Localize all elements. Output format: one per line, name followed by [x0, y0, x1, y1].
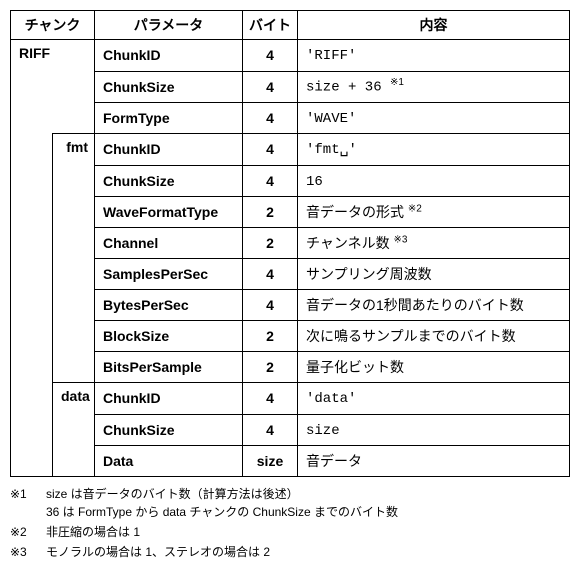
cell-byte: 4 — [243, 258, 298, 289]
cell-param: BytesPerSec — [95, 289, 243, 320]
cell-byte: 4 — [243, 165, 298, 196]
cell-param: Data — [95, 445, 243, 477]
footnote-text: モノラルの場合は 1、ステレオの場合は 2 — [46, 543, 570, 561]
table-row: RIFF ChunkID 4 'RIFF' — [11, 40, 570, 72]
cell-desc: サンプリング周波数 — [298, 258, 570, 289]
cell-byte: 2 — [243, 351, 298, 383]
table-row: data ChunkID 4 'data' — [11, 383, 570, 415]
table-row: SamplesPerSec 4 サンプリング周波数 — [11, 258, 570, 289]
cell-param: ChunkID — [95, 134, 243, 166]
col-parameter: パラメータ — [95, 11, 243, 40]
table-row: BytesPerSec 4 音データの1秒間あたりのバイト数 — [11, 289, 570, 320]
wave-format-table: チャンク パラメータ バイト 内容 RIFF ChunkID 4 'RIFF' … — [10, 10, 570, 477]
cell-desc: size — [298, 414, 570, 445]
cell-byte: 4 — [243, 134, 298, 166]
cell-desc: size + 36 ※1 — [298, 71, 570, 102]
table-row: ChunkSize 4 size + 36 ※1 — [11, 71, 570, 102]
cell-byte: 2 — [243, 196, 298, 227]
cell-param: ChunkID — [95, 383, 243, 415]
table-row: fmt ChunkID 4 'fmt␣' — [11, 134, 570, 166]
cell-param: ChunkID — [95, 40, 243, 72]
cell-param: BlockSize — [95, 320, 243, 351]
col-content: 内容 — [298, 11, 570, 40]
table-row: BlockSize 2 次に鳴るサンプルまでのバイト数 — [11, 320, 570, 351]
footnote-mark: ※1 — [10, 485, 46, 521]
cell-param: ChunkSize — [95, 414, 243, 445]
cell-desc: 音データの形式 ※2 — [298, 196, 570, 227]
table-row: Channel 2 チャンネル数 ※3 — [11, 227, 570, 258]
footnote-1: ※1 size は音データのバイト数（計算方法は後述） 36 は FormTyp… — [10, 485, 570, 521]
cell-param: WaveFormatType — [95, 196, 243, 227]
cell-desc: 次に鳴るサンプルまでのバイト数 — [298, 320, 570, 351]
cell-byte: 4 — [243, 102, 298, 134]
cell-byte: 4 — [243, 289, 298, 320]
table-row: ChunkSize 4 size — [11, 414, 570, 445]
cell-byte: 4 — [243, 383, 298, 415]
cell-desc: 'RIFF' — [298, 40, 570, 72]
cell-desc: 音データ — [298, 445, 570, 477]
footnote-text: size は音データのバイト数（計算方法は後述） 36 は FormType か… — [46, 485, 570, 521]
footnote-mark: ※3 — [10, 543, 46, 561]
table-header-row: チャンク パラメータ バイト 内容 — [11, 11, 570, 40]
cell-byte: 2 — [243, 320, 298, 351]
cell-desc: 'WAVE' — [298, 102, 570, 134]
cell-param: SamplesPerSec — [95, 258, 243, 289]
footnotes: ※1 size は音データのバイト数（計算方法は後述） 36 は FormTyp… — [10, 485, 570, 561]
cell-desc: 'fmt␣' — [298, 134, 570, 166]
cell-desc: 'data' — [298, 383, 570, 415]
table-row: Data size 音データ — [11, 445, 570, 477]
cell-param: ChunkSize — [95, 165, 243, 196]
cell-param: Channel — [95, 227, 243, 258]
cell-param: BitsPerSample — [95, 351, 243, 383]
cell-byte: 4 — [243, 71, 298, 102]
table-row: ChunkSize 4 16 — [11, 165, 570, 196]
chunk-fmt: fmt — [53, 134, 95, 166]
col-chunk: チャンク — [11, 11, 95, 40]
cell-param: ChunkSize — [95, 71, 243, 102]
cell-byte: 2 — [243, 227, 298, 258]
cell-byte: size — [243, 445, 298, 477]
chunk-data: data — [53, 383, 95, 415]
cell-param: FormType — [95, 102, 243, 134]
chunk-riff: RIFF — [11, 40, 95, 72]
cell-desc: 16 — [298, 165, 570, 196]
cell-byte: 4 — [243, 414, 298, 445]
table-row: FormType 4 'WAVE' — [11, 102, 570, 134]
table-row: BitsPerSample 2 量子化ビット数 — [11, 351, 570, 383]
cell-byte: 4 — [243, 40, 298, 72]
cell-desc: 音データの1秒間あたりのバイト数 — [298, 289, 570, 320]
cell-desc: チャンネル数 ※3 — [298, 227, 570, 258]
cell-desc: 量子化ビット数 — [298, 351, 570, 383]
footnote-3: ※3 モノラルの場合は 1、ステレオの場合は 2 — [10, 543, 570, 561]
table-row: WaveFormatType 2 音データの形式 ※2 — [11, 196, 570, 227]
col-byte: バイト — [243, 11, 298, 40]
